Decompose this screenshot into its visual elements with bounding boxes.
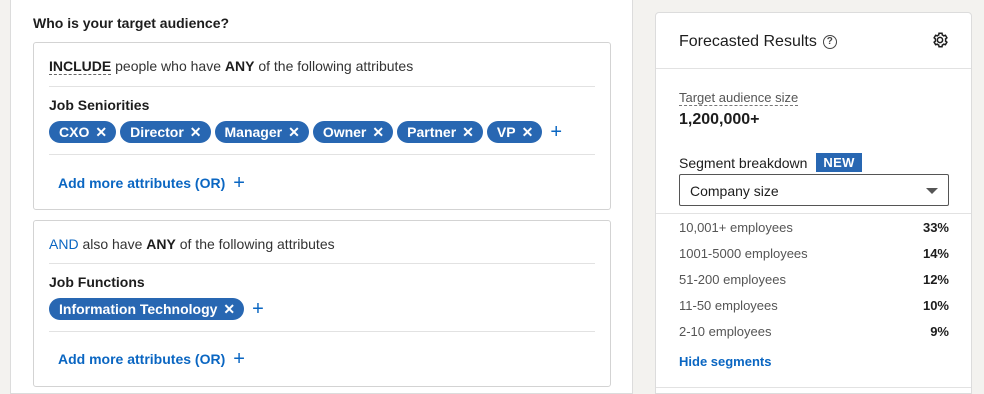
question-circle-icon[interactable]: ? [822,35,837,49]
plus-icon[interactable]: + [550,122,562,142]
job-functions-title: Job Functions [49,274,145,290]
include-any: ANY [224,58,255,74]
add-more-label: Add more attributes (OR) [58,351,226,367]
targeting-panel: Who is your target audience? INCLUDE peo… [10,0,633,394]
divider [49,86,595,87]
pill-manager: Manager ✕ [214,121,309,143]
and-box: AND also have ANY of the following attri… [33,220,611,387]
pill-label: Information Technology [59,301,218,317]
add-more-label: Add more attributes (OR) [58,175,226,191]
segment-label: 11-50 employees [679,298,778,313]
pill-information-technology: Information Technology ✕ [49,298,245,320]
plus-icon[interactable]: + [252,299,264,319]
and-rule-end: of the following attributes [175,236,335,252]
forecast-header: Forecasted Results ? [656,13,971,69]
segment-breakdown-label: Segment breakdown NEW [679,153,862,172]
pill-vp: VP ✕ [486,121,543,143]
include-rule-end: of the following attributes [254,58,414,74]
segment-percent: 14% [922,246,949,261]
divider [656,213,971,214]
close-icon[interactable]: ✕ [462,124,474,141]
segment-label: 2-10 employees [679,324,772,339]
target-audience-size-label[interactable]: Target audience size [679,90,799,106]
close-icon[interactable]: ✕ [95,124,107,141]
forecast-title-text: Forecasted Results [679,33,817,50]
pill-label: Manager [224,124,283,140]
include-rule: INCLUDE people who have ANY of the follo… [49,58,414,75]
segment-percent: 9% [930,324,949,339]
job-functions-pills: Information Technology ✕ + [49,298,264,320]
pill-label: Owner [322,124,367,140]
and-any: ANY [146,236,176,252]
segment-label: 1001-5000 employees [679,246,808,261]
divider [49,154,595,155]
close-icon[interactable]: ✕ [372,124,384,141]
pill-cxo: CXO ✕ [49,121,117,143]
plus-icon: + [233,348,245,370]
forecast-title: Forecasted Results ? [679,33,837,51]
gear-icon[interactable] [931,31,949,49]
close-icon[interactable]: ✕ [522,124,534,141]
caret-down-icon [926,188,938,194]
job-seniorities-pills: CXO ✕ Director ✕ Manager ✕ Owner ✕ Partner ✕ … [49,121,562,143]
divider [656,387,971,388]
segment-label: 51-200 employees [679,272,786,287]
close-icon[interactable]: ✕ [190,124,202,141]
and-rule: AND also have ANY of the following attri… [49,236,335,252]
and-rule-middle: also have [78,236,147,252]
pill-label: Partner [407,124,457,140]
audience-heading: Who is your target audience? [33,15,230,31]
segment-percent: 12% [922,272,949,287]
target-audience-size-value: 1,200,000+ [679,111,760,128]
add-more-attributes-button[interactable]: Add more attributes (OR) + [58,173,245,193]
job-seniorities-title: Job Seniorities [49,97,150,113]
divider [49,331,595,332]
pill-label: Director [130,124,184,140]
add-more-attributes-button[interactable]: Add more attributes (OR) + [58,349,245,369]
close-icon[interactable]: ✕ [223,301,235,318]
segment-row: 11-50 employees 10% [679,298,949,313]
segment-select[interactable]: Company size [679,174,949,206]
segment-row: 51-200 employees 12% [679,272,949,287]
segment-breakdown-text: Segment breakdown [679,154,808,171]
hide-segments-link[interactable]: Hide segments [679,354,771,369]
segment-row: 2-10 employees 9% [679,324,949,339]
forecast-panel: Forecasted Results ? Target audience siz… [655,12,972,394]
close-icon[interactable]: ✕ [288,124,300,141]
pill-label: VP [496,124,516,140]
segment-percent: 33% [922,220,949,235]
pill-owner: Owner ✕ [312,121,394,143]
pill-label: CXO [59,124,90,140]
include-rule-middle: people who have [111,58,225,74]
segment-percent: 10% [922,298,949,313]
segment-row: 10,001+ employees 33% [679,220,949,235]
new-badge: NEW [816,153,862,172]
segment-row: 1001-5000 employees 14% [679,246,949,261]
include-keyword[interactable]: INCLUDE [49,58,112,75]
plus-icon: + [233,172,245,194]
segment-select-value: Company size [690,183,779,199]
divider [49,263,595,264]
include-box: INCLUDE people who have ANY of the follo… [33,42,611,210]
segment-label: 10,001+ employees [679,220,793,235]
pill-partner: Partner ✕ [397,121,483,143]
pill-director: Director ✕ [120,121,211,143]
and-keyword[interactable]: AND [49,236,79,252]
